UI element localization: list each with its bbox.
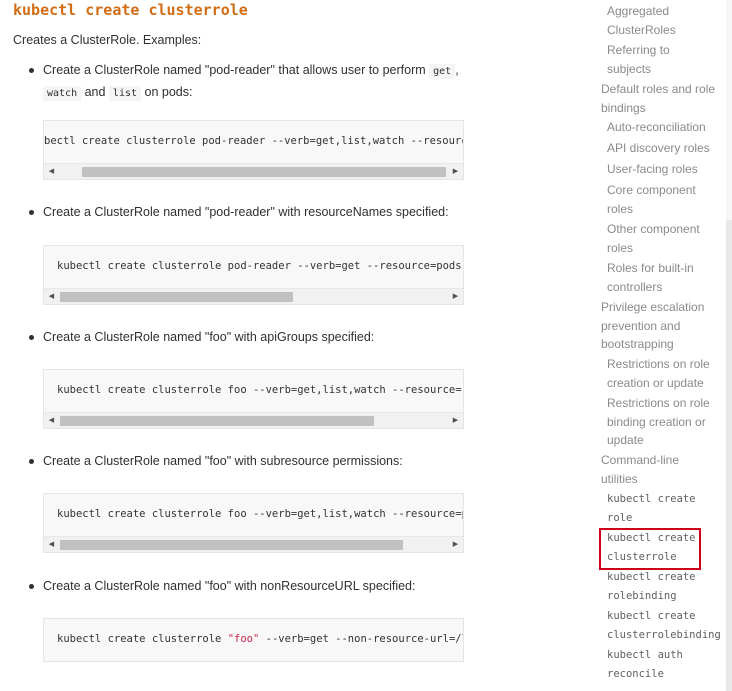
list-item: Create a ClusterRole named "pod-reader" … — [29, 202, 463, 223]
scroll-right-icon[interactable]: ▶ — [448, 413, 463, 428]
inline-code: get — [429, 64, 456, 79]
list-item: Create a ClusterRole named "foo" with ap… — [29, 327, 463, 348]
toc-link-referring-to-subjects[interactable]: Referring to subjects — [607, 41, 717, 78]
list-item-partial — [43, 680, 463, 691]
section-title: kubectl create clusterrole — [13, 1, 248, 19]
toc-link-default-roles[interactable]: Default roles and role bindings — [601, 80, 716, 117]
code-block[interactable]: kubectl create clusterrole pod-reader --… — [43, 245, 464, 305]
string-literal: "foo" — [227, 633, 260, 645]
scrollbar-thumb[interactable] — [82, 167, 446, 177]
toc-link-kubectl-auth-reconcile[interactable]: kubectl auth reconcile — [607, 646, 702, 684]
horizontal-scrollbar[interactable]: ◀ ▶ — [44, 536, 463, 552]
toc-link-core-component-roles[interactable]: Core component roles — [607, 181, 717, 218]
toc-link-kubectl-create-clusterrolebinding[interactable]: kubectl create clusterrolebinding — [607, 607, 722, 645]
toc-link-auto-reconciliation[interactable]: Auto-reconciliation — [607, 118, 717, 137]
toc-link-kubectl-create-role[interactable]: kubectl create role — [607, 490, 702, 528]
list-item: Create a ClusterRole named "pod-reader" … — [29, 60, 463, 104]
scrollbar-thumb[interactable] — [60, 292, 293, 302]
toc-link-aggregated-clusterroles[interactable]: Aggregated ClusterRoles — [607, 2, 717, 39]
code-text: bectl create clusterrole pod-reader --ve… — [44, 135, 464, 147]
toc-link-kubectl-create-rolebinding[interactable]: kubectl create rolebinding — [607, 568, 702, 606]
code-block[interactable]: kubectl create clusterrole "foo" --verb=… — [43, 618, 464, 662]
code-block[interactable]: kubectl create clusterrole foo --verb=ge… — [43, 369, 464, 429]
scroll-left-icon[interactable]: ◀ — [44, 537, 59, 552]
code-block[interactable]: kubectl create clusterrole foo --verb=ge… — [43, 493, 464, 553]
scroll-left-icon[interactable]: ◀ — [44, 413, 59, 428]
scroll-left-icon[interactable]: ◀ — [44, 164, 59, 179]
horizontal-scrollbar[interactable]: ◀ ▶ — [44, 412, 463, 428]
toc-link-api-discovery-roles[interactable]: API discovery roles — [607, 139, 717, 158]
scroll-right-icon[interactable]: ▶ — [448, 537, 463, 552]
toc-link-other-component-roles[interactable]: Other component roles — [607, 220, 717, 257]
toc-link-privilege-escalation[interactable]: Privilege escalation prevention and boot… — [601, 298, 716, 354]
scrollbar-thumb[interactable] — [60, 416, 374, 426]
toc-link-restrictions-role-creation[interactable]: Restrictions on role creation or update — [607, 355, 717, 392]
scroll-left-icon[interactable]: ◀ — [44, 289, 59, 304]
list-item: Create a ClusterRole named "foo" with su… — [29, 451, 463, 472]
inline-code: list — [108, 86, 142, 101]
code-text: kubectl create clusterrole pod-reader --… — [57, 260, 464, 272]
toc-link-command-line-utilities[interactable]: Command-line utilities — [601, 451, 716, 488]
scroll-right-icon[interactable]: ▶ — [448, 289, 463, 304]
horizontal-scrollbar[interactable]: ◀ ▶ — [44, 288, 463, 304]
code-text: kubectl create clusterrole "foo" --verb=… — [57, 633, 463, 645]
scrollbar-thumb[interactable] — [60, 540, 403, 550]
code-block[interactable]: bectl create clusterrole pod-reader --ve… — [43, 120, 464, 180]
code-text: kubectl create clusterrole foo --verb=ge… — [57, 508, 464, 520]
horizontal-scrollbar[interactable]: ◀ ▶ — [44, 163, 463, 179]
toc-link-roles-builtin-controllers[interactable]: Roles for built-in controllers — [607, 259, 717, 296]
toc-scrollbar-thumb[interactable] — [726, 220, 732, 691]
inline-code: watch — [43, 86, 82, 101]
scroll-right-icon[interactable]: ▶ — [448, 164, 463, 179]
toc-scroll-track[interactable] — [726, 0, 732, 220]
toc-link-restrictions-role-binding[interactable]: Restrictions on role binding creation or… — [607, 394, 717, 450]
active-toc-highlight — [599, 528, 701, 570]
toc-link-user-facing-roles[interactable]: User-facing roles — [607, 160, 717, 179]
code-text: kubectl create clusterrole foo --verb=ge… — [57, 384, 464, 396]
section-intro: Creates a ClusterRole. Examples: — [13, 33, 202, 47]
list-item: Create a ClusterRole named "foo" with no… — [29, 576, 463, 597]
